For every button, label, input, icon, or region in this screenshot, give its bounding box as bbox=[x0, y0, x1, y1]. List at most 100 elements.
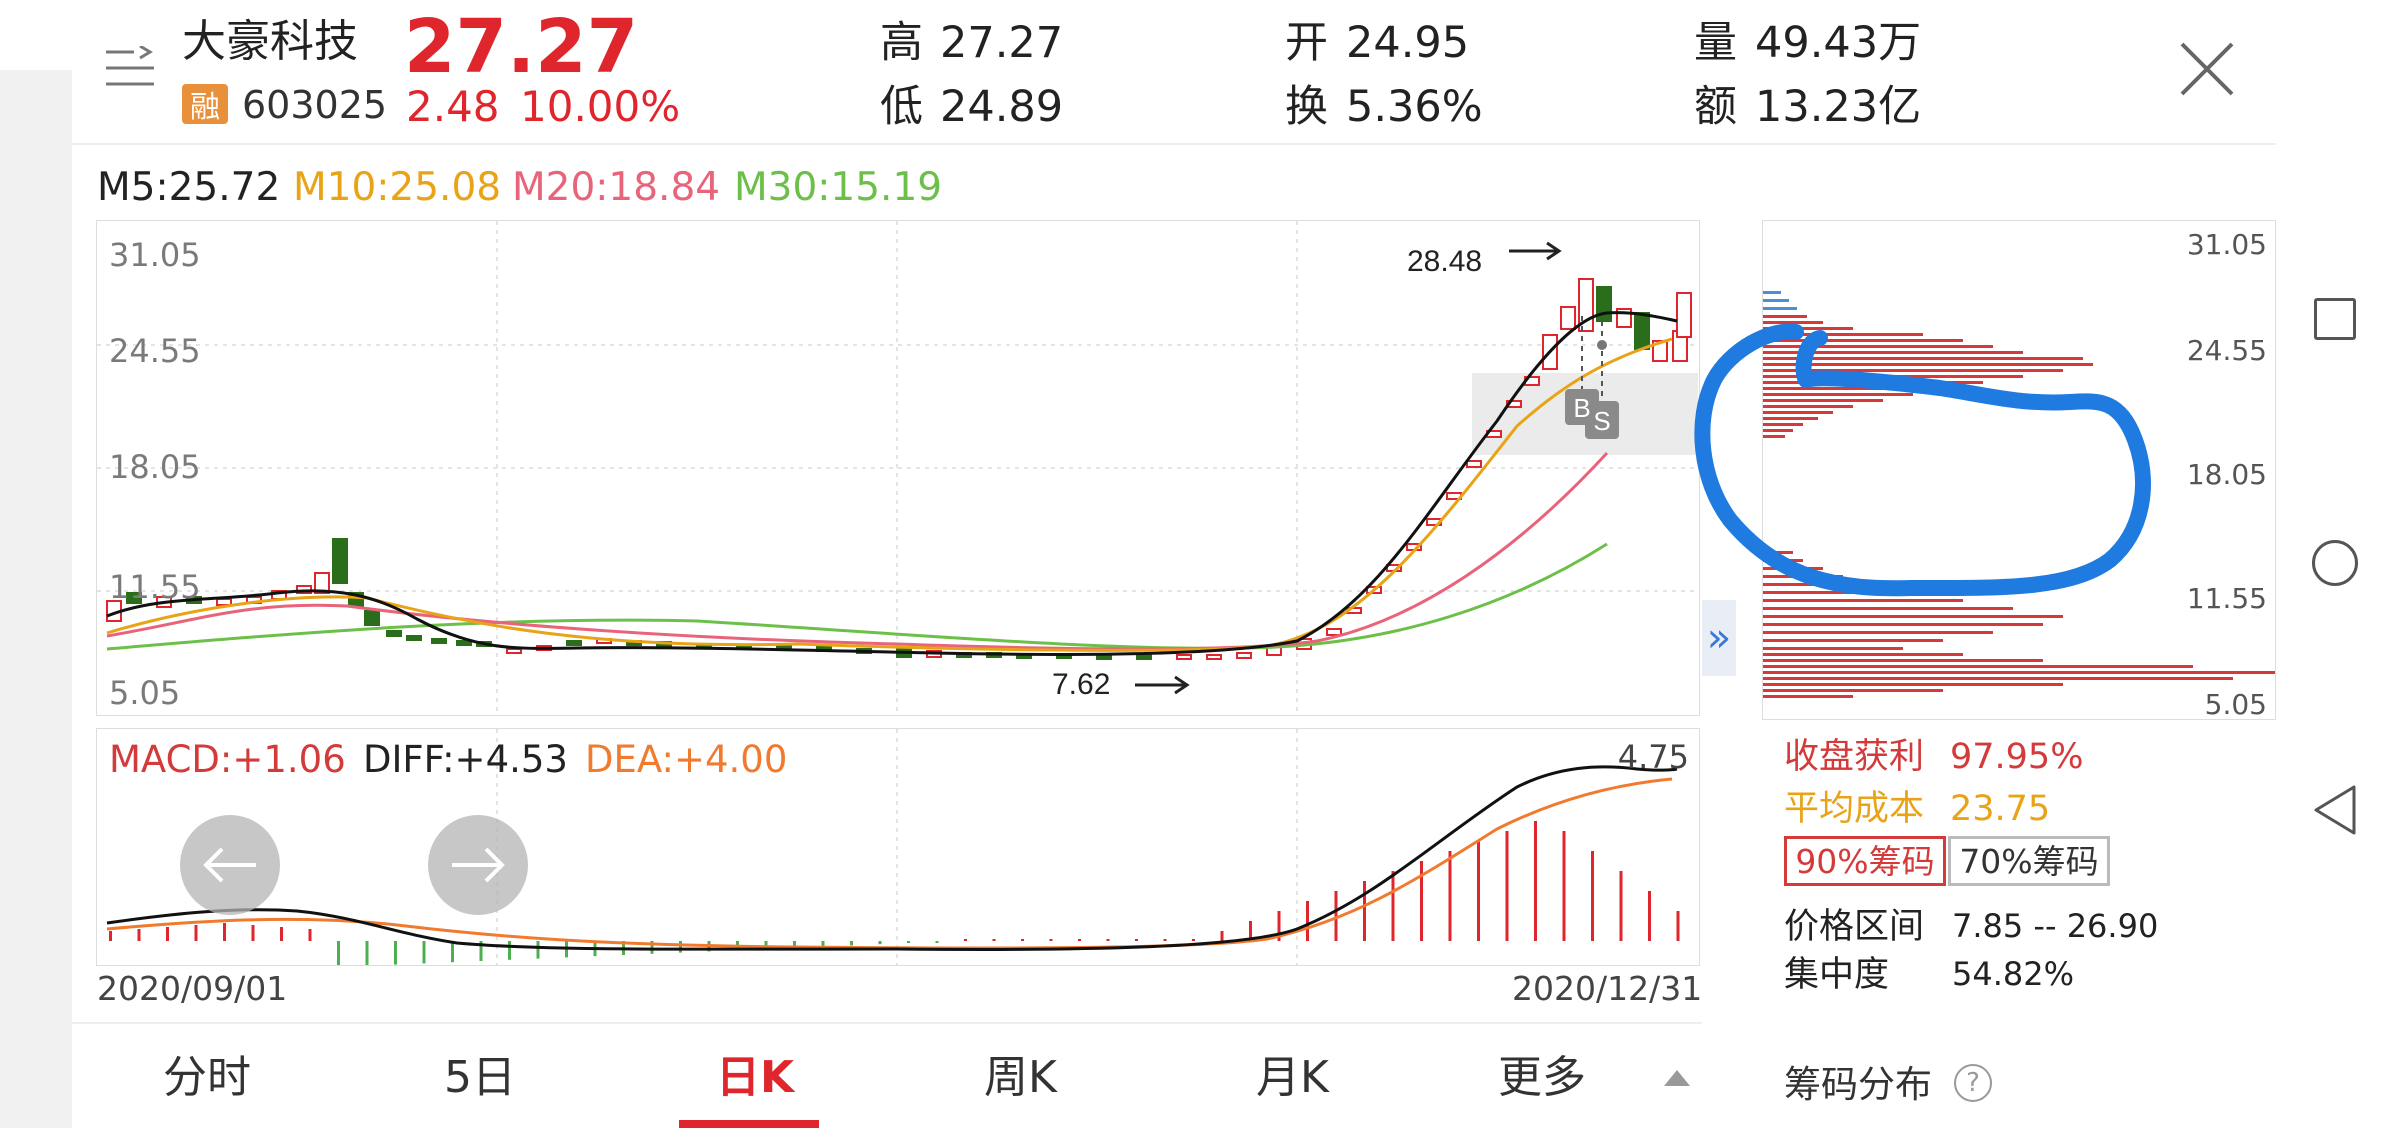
chip-bar bbox=[1763, 647, 1903, 650]
tab-5day[interactable]: 5日 bbox=[444, 1056, 516, 1100]
date-end: 2020/12/31 bbox=[1512, 969, 1703, 1008]
avg-cost-label: 平均成本 bbox=[1784, 789, 1925, 829]
tab-weekly-k[interactable]: 周K bbox=[984, 1056, 1057, 1100]
kline-chart-panel[interactable]: B S 28.48 7.62 31.05 24.55 18.05 11.55 5… bbox=[96, 220, 1700, 716]
macd-bar bbox=[1106, 939, 1110, 941]
macd-bar bbox=[394, 941, 397, 965]
kline-y-tick-1: 31.05 bbox=[109, 236, 201, 274]
help-glyph: ? bbox=[1966, 1068, 1980, 1098]
close-icon[interactable] bbox=[2178, 40, 2236, 98]
volume-label: 量 bbox=[1694, 18, 1737, 68]
chip-bar bbox=[1763, 671, 2275, 674]
back-icon[interactable] bbox=[2312, 784, 2358, 836]
price-range-value: 7.85 -- 26.90 bbox=[1952, 907, 2159, 945]
macd-bar bbox=[1021, 939, 1024, 941]
macd-bar bbox=[365, 941, 369, 965]
current-price: 27.27 bbox=[404, 4, 639, 90]
kline-candle bbox=[506, 648, 522, 654]
diff-value: DIFF:+4.53 bbox=[363, 738, 568, 781]
tab-daily-k[interactable]: 日K bbox=[716, 1056, 794, 1100]
avg-cost-value: 23.75 bbox=[1950, 789, 2051, 829]
chip-bar bbox=[1763, 689, 1943, 692]
kline-candle bbox=[332, 538, 348, 584]
chip-bar bbox=[1763, 653, 1963, 656]
chip-90-label: 90%筹码 bbox=[1795, 841, 1935, 881]
kline-candle bbox=[386, 630, 402, 637]
system-nav-bar bbox=[2276, 0, 2400, 1128]
kline-candle bbox=[566, 640, 582, 646]
turnover-value: 5.36% bbox=[1346, 82, 1483, 132]
macd-bar bbox=[1505, 831, 1509, 941]
macd-panel[interactable]: MACD:+1.06 DIFF:+4.53 DEA:+4.00 4.75 bbox=[96, 728, 1700, 966]
chip-70-button[interactable]: 70%筹码 bbox=[1948, 836, 2110, 886]
kline-y-tick-2: 24.55 bbox=[109, 332, 201, 370]
kline-candle bbox=[1176, 654, 1192, 660]
kline-candle bbox=[1236, 652, 1252, 659]
macd-bar bbox=[878, 941, 882, 945]
chip-bar bbox=[1763, 299, 1789, 302]
macd-bar bbox=[109, 931, 112, 941]
kline-y-tick-4: 11.55 bbox=[109, 568, 201, 606]
macd-bar bbox=[1676, 911, 1680, 941]
macd-bar bbox=[280, 927, 283, 941]
open-value: 24.95 bbox=[1346, 18, 1470, 68]
tab-intraday[interactable]: 分时 bbox=[163, 1056, 251, 1100]
chip-bar bbox=[1763, 677, 2233, 680]
low-arrow-icon bbox=[1135, 675, 1190, 695]
chip-70-label: 70%筹码 bbox=[1959, 841, 2099, 881]
menu-icon[interactable] bbox=[104, 44, 156, 90]
help-icon[interactable]: ? bbox=[1954, 1064, 1992, 1102]
turnover-label: 换 bbox=[1285, 82, 1328, 132]
tab-more[interactable]: 更多 bbox=[1498, 1056, 1586, 1100]
kline-candle bbox=[1326, 628, 1342, 636]
kline-gridlines bbox=[97, 221, 1699, 715]
low-label: 低 bbox=[880, 82, 923, 132]
ma10-line bbox=[106, 337, 1673, 652]
amount-value: 13.23亿 bbox=[1755, 82, 1922, 132]
dea-line bbox=[106, 777, 1673, 950]
price-range-label: 价格区间 bbox=[1784, 907, 1925, 947]
macd-bar bbox=[1591, 851, 1594, 941]
hand-drawn-circle-annotation bbox=[1694, 323, 2151, 597]
kline-candle bbox=[1136, 654, 1152, 660]
macd-bar bbox=[451, 941, 454, 963]
macd-bar bbox=[194, 925, 198, 941]
kline-candle bbox=[1466, 460, 1482, 468]
low-value: 24.89 bbox=[940, 82, 1064, 132]
margin-badge: 融 bbox=[182, 84, 228, 125]
close-profit-value: 97.95% bbox=[1950, 737, 2084, 777]
recent-apps-icon[interactable] bbox=[2314, 298, 2356, 340]
chip-y-tick-5: 5.05 bbox=[2204, 688, 2267, 721]
macd-bar bbox=[337, 941, 340, 965]
macd-bar bbox=[850, 941, 853, 946]
high-arrow-icon bbox=[1509, 241, 1562, 261]
prev-arrow-button[interactable] bbox=[180, 815, 280, 915]
buy-marker-label: B bbox=[1573, 393, 1590, 423]
margin-badge-label: 融 bbox=[190, 90, 220, 125]
chip-90-button[interactable]: 90%筹码 bbox=[1784, 836, 1946, 886]
kline-candle bbox=[1560, 306, 1576, 330]
macd-bar bbox=[1562, 831, 1566, 941]
macd-bar bbox=[1163, 939, 1167, 941]
ma5-line bbox=[106, 311, 1678, 656]
macd-bar bbox=[1648, 891, 1651, 941]
macd-value: MACD:+1.06 bbox=[109, 738, 346, 781]
macd-bar bbox=[166, 927, 169, 941]
macd-bar bbox=[137, 929, 141, 941]
kline-y-tick-5: 5.05 bbox=[109, 674, 181, 712]
concentration-value: 54.82% bbox=[1952, 955, 2075, 993]
tab-monthly-k[interactable]: 月K bbox=[1256, 1056, 1329, 1100]
next-arrow-button[interactable] bbox=[428, 815, 528, 915]
macd-bar bbox=[1135, 939, 1138, 941]
high-price-annotation: 28.48 bbox=[1407, 245, 1482, 278]
home-icon[interactable] bbox=[2312, 540, 2358, 586]
chip-bar bbox=[1763, 695, 1853, 698]
ma30-label: M30:15.19 bbox=[734, 165, 943, 210]
chip-bar bbox=[1763, 665, 2193, 668]
caret-up-icon[interactable] bbox=[1662, 1068, 1692, 1088]
macd-bar bbox=[536, 941, 540, 959]
chip-bar bbox=[1763, 683, 2063, 686]
volume-value: 49.43万 bbox=[1755, 18, 1922, 68]
chip-bar bbox=[1763, 659, 2043, 662]
high-value: 27.27 bbox=[940, 18, 1064, 68]
